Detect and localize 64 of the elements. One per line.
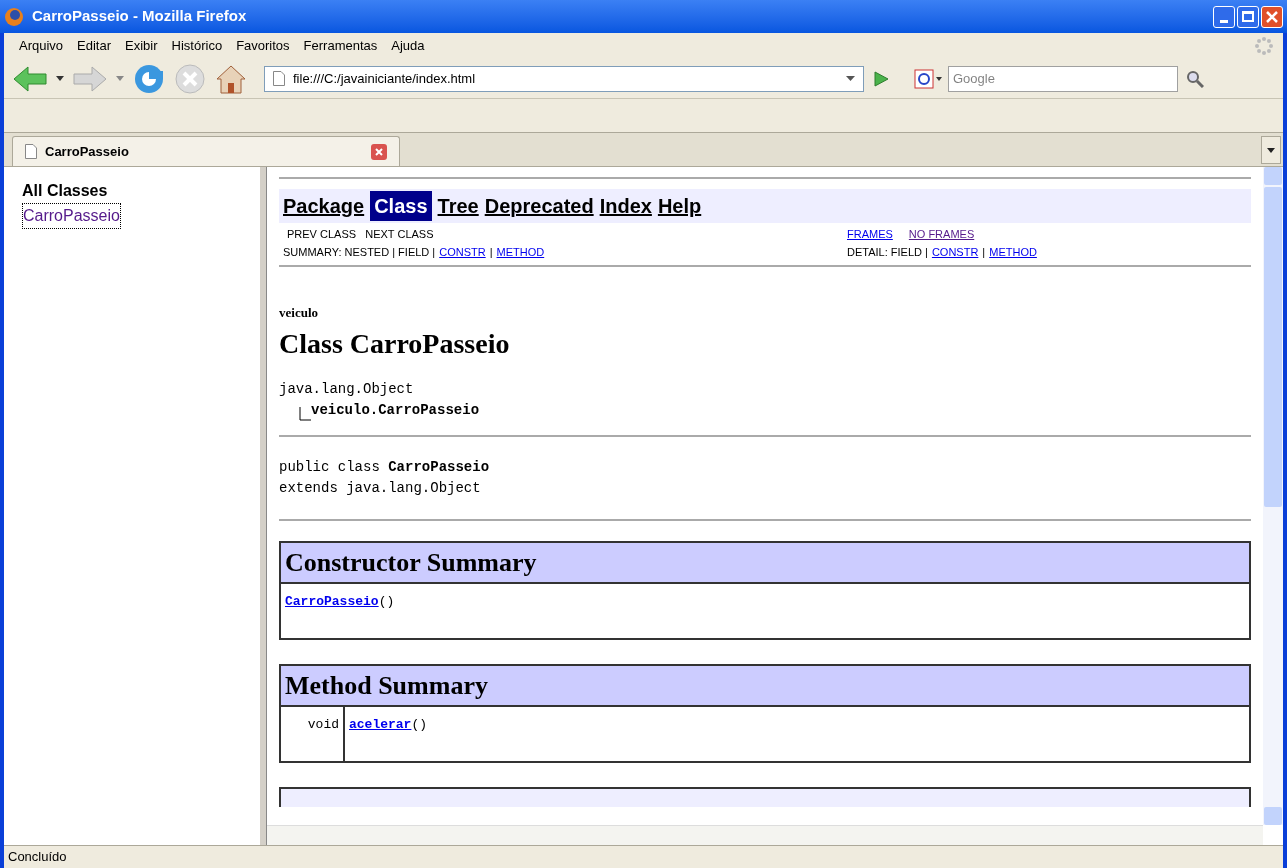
nav-tab[interactable]: Index [599,191,652,221]
nav-tab[interactable]: Deprecated [484,191,594,221]
class-declaration: public class CarroPasseio [279,457,491,477]
member-link[interactable]: acelerar [349,716,412,732]
summary-header: Method Summary [280,664,1250,706]
menu-item[interactable]: Ajuda [384,36,432,56]
browser-tab[interactable]: CarroPasseio [12,136,400,166]
separator: | [982,245,986,260]
tree-branch-icon [299,406,311,421]
class-title: Class CarroPasseio [279,326,511,361]
menu-item[interactable]: Favoritos [229,36,297,56]
menu-item[interactable]: Histórico [164,36,230,56]
tab-label: CarroPasseio [45,142,130,161]
tab-list-button[interactable] [1261,136,1281,164]
firefox-logo-icon [4,6,24,27]
link[interactable]: METHOD [496,243,545,261]
back-arrow-icon[interactable] [12,64,48,93]
search-engine-icon[interactable] [914,68,944,89]
member-link[interactable]: CarroPasseio [285,593,379,609]
caret-icon [1267,147,1275,153]
nav-tab[interactable]: Package [283,191,365,221]
link[interactable]: FRAMES [847,225,893,243]
prev-next-text: PREV CLASS NEXT CLASS [286,227,435,242]
menu-item[interactable]: Ferramentas [296,36,385,56]
package-name: veiculo [279,304,319,322]
throbber-icon [1253,35,1275,57]
minimize-button[interactable] [1213,5,1235,28]
search-icon[interactable] [1186,69,1204,88]
frame-heading: All Classes [22,181,109,201]
class-name: veiculo.CarroPasseio [311,400,480,420]
superclass: java.lang.Object [279,379,415,399]
summary-label: SUMMARY: NESTED | FIELD | [283,245,436,260]
reload-icon[interactable] [132,62,166,95]
detail-label: DETAIL: FIELD | [847,245,928,260]
nav-tab[interactable]: Help [657,191,702,221]
menu-item[interactable]: Editar [70,36,119,56]
nav-tab[interactable]: Tree [437,191,479,221]
return-type: void [280,705,344,762]
link[interactable]: CONSTR [931,243,979,261]
status-text: Concluído [8,848,67,867]
class-link[interactable]: CarroPasseio [22,203,121,229]
dropdown-icon[interactable] [56,75,64,82]
menu-item[interactable]: Arquivo [12,36,71,56]
nav-tab[interactable]: Class [370,191,432,221]
search-field[interactable]: Google [948,65,1178,92]
link[interactable]: CONSTR [439,243,486,261]
maximize-button[interactable] [1237,5,1259,28]
page-icon [273,71,285,86]
separator: | [489,245,493,260]
menu-item[interactable]: Exibir [118,36,165,56]
dropdown-icon[interactable] [846,75,855,82]
extends-clause: extends java.lang.Object [279,478,482,498]
window-title: CarroPasseio - Mozilla Firefox [32,6,247,27]
link[interactable]: METHOD [989,243,1037,261]
link[interactable]: NO FRAMES [908,225,975,243]
address-field[interactable]: file:///C:/javainiciante/index.html [264,65,864,92]
page-icon [25,144,37,159]
close-icon [1266,10,1278,23]
parameter-list: () [411,716,428,732]
go-icon[interactable] [872,69,890,88]
parameter-list: () [378,593,395,609]
close-icon[interactable] [371,143,387,160]
summary-header: Constructor Summary [280,541,1250,583]
close-button[interactable] [1261,5,1283,28]
